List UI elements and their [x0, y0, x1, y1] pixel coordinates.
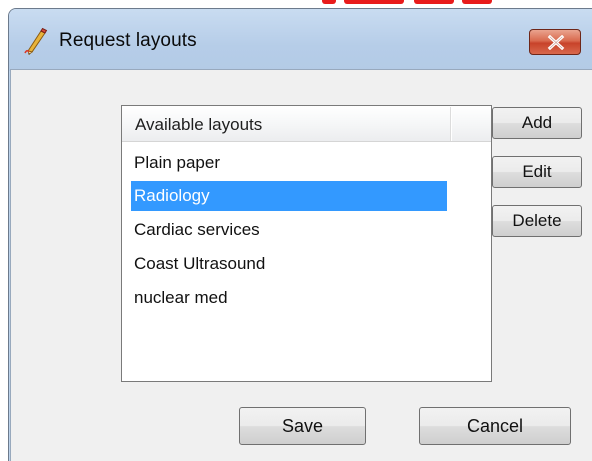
column-divider-highlight [451, 107, 452, 141]
request-layouts-dialog: Request layouts Available layouts Plain … [8, 8, 592, 461]
list-item-cardiac-services[interactable]: Cardiac services [131, 215, 447, 245]
list-item-plain-paper[interactable]: Plain paper [131, 148, 447, 178]
edit-button[interactable]: Edit [492, 156, 582, 188]
list-column-header[interactable]: Available layouts [122, 106, 491, 142]
available-layouts-list[interactable]: Available layouts Plain paper Radiology … [121, 105, 492, 382]
add-button[interactable]: Add [492, 107, 582, 139]
close-icon [547, 35, 565, 50]
list-item-nuclear-med[interactable]: nuclear med [131, 283, 447, 313]
cropped-red-fragment [322, 0, 510, 6]
title-bar: Request layouts [9, 9, 592, 71]
close-button[interactable] [529, 29, 581, 55]
pencil-icon [23, 27, 49, 56]
window-title: Request layouts [59, 30, 197, 51]
save-button[interactable]: Save [239, 407, 366, 445]
list-item-coast-ultrasound[interactable]: Coast Ultrasound [131, 249, 447, 279]
delete-button[interactable]: Delete [492, 205, 582, 237]
list-item-radiology[interactable]: Radiology [131, 181, 447, 211]
dialog-client-area: Available layouts Plain paper Radiology … [10, 69, 592, 461]
list-header-label: Available layouts [135, 115, 263, 134]
cancel-button[interactable]: Cancel [419, 407, 571, 445]
